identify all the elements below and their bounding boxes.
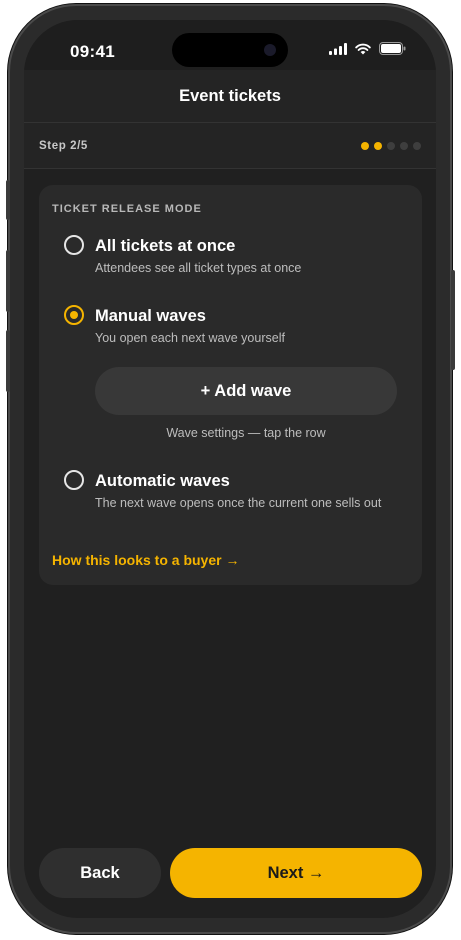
step-dot [361, 142, 369, 150]
step-dot [413, 142, 421, 150]
radio-button[interactable] [64, 305, 84, 325]
step-dot [374, 142, 382, 150]
option-title: All tickets at once [95, 237, 236, 255]
step-label: Step 2/5 [39, 140, 88, 152]
step-dot [387, 142, 395, 150]
footer-actions: Back Next → [24, 848, 436, 898]
radio-button[interactable] [64, 235, 84, 255]
option-description: You open each next wave yourself [95, 331, 285, 345]
app-header: Event tickets [24, 70, 436, 123]
option-all-at-once[interactable]: All tickets at once Attendees see all ti… [39, 229, 422, 279]
volume-down-button [6, 330, 10, 392]
buyer-preview-link[interactable]: How this looks to a buyer → [52, 552, 239, 568]
status-time: 09:41 [70, 42, 115, 61]
radio-selected-dot [70, 311, 78, 319]
option-title: Manual waves [95, 307, 206, 325]
dynamic-island [172, 33, 288, 67]
option-description: The next wave opens once the current one… [95, 496, 382, 510]
step-dot [400, 142, 408, 150]
status-icons [329, 42, 406, 55]
cellular-signal-icon [329, 42, 347, 55]
action-button [6, 180, 10, 220]
screen: 09:41 Event tickets Step 2/5 TICKET RELE… [24, 20, 436, 918]
volume-up-button [6, 250, 10, 312]
section-label: TICKET RELEASE MODE [52, 203, 202, 215]
power-button [451, 270, 455, 370]
page-title: Event tickets [179, 87, 281, 105]
radio-button[interactable] [64, 470, 84, 490]
option-description: Attendees see all ticket types at once [95, 261, 302, 275]
option-manual-waves[interactable]: Manual waves You open each next wave you… [39, 299, 422, 349]
status-bar: 09:41 [24, 20, 436, 70]
camera-icon [264, 44, 276, 56]
step-dots [361, 142, 421, 150]
next-button[interactable]: Next → [170, 848, 422, 898]
option-title: Automatic waves [95, 472, 230, 490]
battery-icon [379, 42, 406, 55]
back-button[interactable]: Back [39, 848, 161, 898]
option-automatic-waves[interactable]: Automatic waves The next wave opens once… [39, 464, 422, 534]
release-mode-card: TICKET RELEASE MODE All tickets at once … [39, 185, 422, 585]
step-progress: Step 2/5 [24, 123, 436, 169]
add-wave-button[interactable]: + Add wave [95, 367, 397, 415]
wave-settings-hint: Wave settings — tap the row [166, 426, 326, 440]
wifi-icon [355, 43, 371, 54]
